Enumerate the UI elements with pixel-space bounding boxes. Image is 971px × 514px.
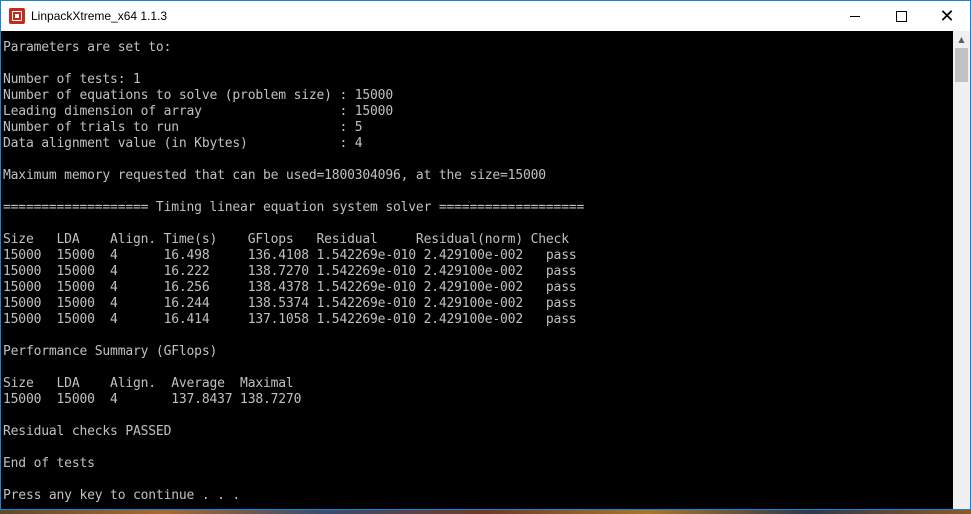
console-line: Number of equations to solve (problem si… [3,88,393,103]
console-line: =================== Timing linear equati… [3,200,585,215]
maximize-button[interactable] [878,1,924,31]
console-window: LinpackXtreme_x64 1.1.3 ✕ Parameters are… [0,0,971,510]
console-line: Size LDA Align. Average Maximal [3,376,294,391]
console-line: Size LDA Align. Time(s) GFlops Residual … [3,232,569,247]
console-line: 15000 15000 4 16.222 138.7270 1.542269e-… [3,264,577,279]
console-line: End of tests [3,456,95,471]
console-line: 15000 15000 4 16.498 136.4108 1.542269e-… [3,248,577,263]
close-icon: ✕ [939,5,955,27]
console-line: 15000 15000 4 16.244 138.5374 1.542269e-… [3,296,577,311]
close-button[interactable]: ✕ [924,1,970,31]
console-line: Number of trials to run : 5 [3,120,363,135]
window-title: LinpackXtreme_x64 1.1.3 [31,9,168,23]
title-bar[interactable]: LinpackXtreme_x64 1.1.3 ✕ [1,1,970,31]
console-line: Maximum memory requested that can be use… [3,168,546,183]
console-line: Performance Summary (GFlops) [3,344,218,359]
console-line: 15000 15000 4 16.414 137.1058 1.542269e-… [3,312,577,327]
vertical-scrollbar[interactable]: ▲ [953,31,970,509]
console-line: 15000 15000 4 16.256 138.4378 1.542269e-… [3,280,577,295]
console-line: Number of tests: 1 [3,72,141,87]
app-icon [9,8,25,24]
window-controls: ✕ [832,1,970,31]
console-line: Data alignment value (in Kbytes) : 4 [3,136,363,151]
minimize-icon [850,15,860,17]
console-line: 15000 15000 4 137.8437 138.7270 [3,392,302,407]
minimize-button[interactable] [832,1,878,31]
console-line: Leading dimension of array : 15000 [3,104,393,119]
desktop-background-strip [0,510,971,514]
scrollbar-thumb[interactable] [955,48,968,82]
console-line: Residual checks PASSED [3,424,172,439]
console-output[interactable]: Parameters are set to: Number of tests: … [3,40,958,509]
maximize-icon [895,10,907,22]
scroll-up-arrow-icon[interactable]: ▲ [953,31,970,48]
console-line: Press any key to continue . . . [3,488,241,503]
console-line: Parameters are set to: [3,40,172,55]
